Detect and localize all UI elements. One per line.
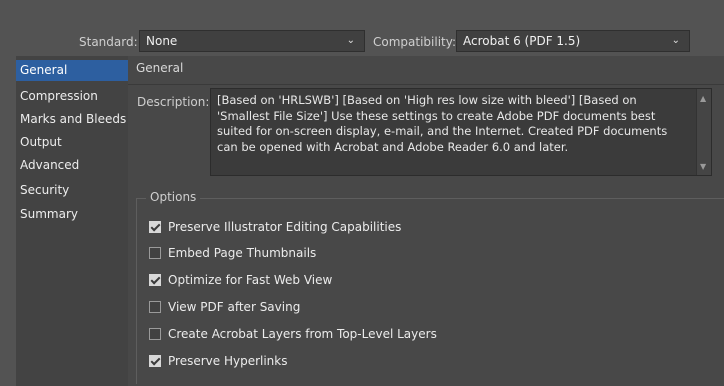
divider <box>128 84 724 85</box>
options-title: Options <box>146 190 201 204</box>
sidebar-item-summary[interactable]: Summary <box>16 204 128 225</box>
sidebar-item-general[interactable]: General <box>16 60 128 81</box>
sidebar-item-advanced[interactable]: Advanced <box>16 155 128 176</box>
standard-label: Standard: <box>79 35 138 49</box>
option-embed-thumbnails[interactable]: Embed Page Thumbnails <box>149 245 316 261</box>
chevron-down-icon: ⌄ <box>671 35 680 46</box>
option-label: Preserve Hyperlinks <box>168 354 288 368</box>
chevron-down-icon: ⌄ <box>346 35 355 46</box>
checkbox[interactable] <box>149 328 161 340</box>
standard-select-value: None <box>146 34 178 48</box>
option-label: Embed Page Thumbnails <box>168 246 317 260</box>
compatibility-select[interactable]: Acrobat 6 (PDF 1.5) ⌄ <box>456 30 690 52</box>
sidebar-item-compression[interactable]: Compression <box>16 86 128 107</box>
checkbox[interactable] <box>149 274 161 286</box>
option-preserve-hyperlinks[interactable]: Preserve Hyperlinks <box>149 353 287 369</box>
option-preserve-editing[interactable]: Preserve Illustrator Editing Capabilitie… <box>149 219 401 235</box>
scroll-up-icon[interactable]: ▲ <box>700 94 706 103</box>
compatibility-select-value: Acrobat 6 (PDF 1.5) <box>463 34 581 48</box>
panel-title: General <box>136 61 184 75</box>
checkbox[interactable] <box>149 221 161 233</box>
standard-select[interactable]: None ⌄ <box>139 30 365 52</box>
option-label: Optimize for Fast Web View <box>168 273 333 287</box>
scroll-down-icon[interactable]: ▼ <box>700 162 706 171</box>
description-text: [Based on 'HRLSWB'] [Based on 'High res … <box>217 93 668 154</box>
description-scrollbar[interactable]: ▲ ▼ <box>696 89 711 175</box>
sidebar-item-marks-and-bleeds[interactable]: Marks and Bleeds <box>16 109 128 130</box>
description-textarea[interactable]: [Based on 'HRLSWB'] [Based on 'High res … <box>210 88 712 176</box>
option-label: Preserve Illustrator Editing Capabilitie… <box>168 220 402 234</box>
checkbox[interactable] <box>149 301 161 313</box>
checkbox[interactable] <box>149 247 161 259</box>
compatibility-label: Compatibility: <box>373 35 457 49</box>
option-label: View PDF after Saving <box>168 300 301 314</box>
option-acrobat-layers[interactable]: Create Acrobat Layers from Top-Level Lay… <box>149 326 437 342</box>
option-label: Create Acrobat Layers from Top-Level Lay… <box>168 327 437 341</box>
checkbox[interactable] <box>149 355 161 367</box>
sidebar-item-output[interactable]: Output <box>16 132 128 153</box>
sidebar-item-security[interactable]: Security <box>16 180 128 201</box>
option-view-after-saving[interactable]: View PDF after Saving <box>149 299 300 315</box>
description-label: Description: <box>137 95 210 109</box>
option-fast-web-view[interactable]: Optimize for Fast Web View <box>149 272 332 288</box>
